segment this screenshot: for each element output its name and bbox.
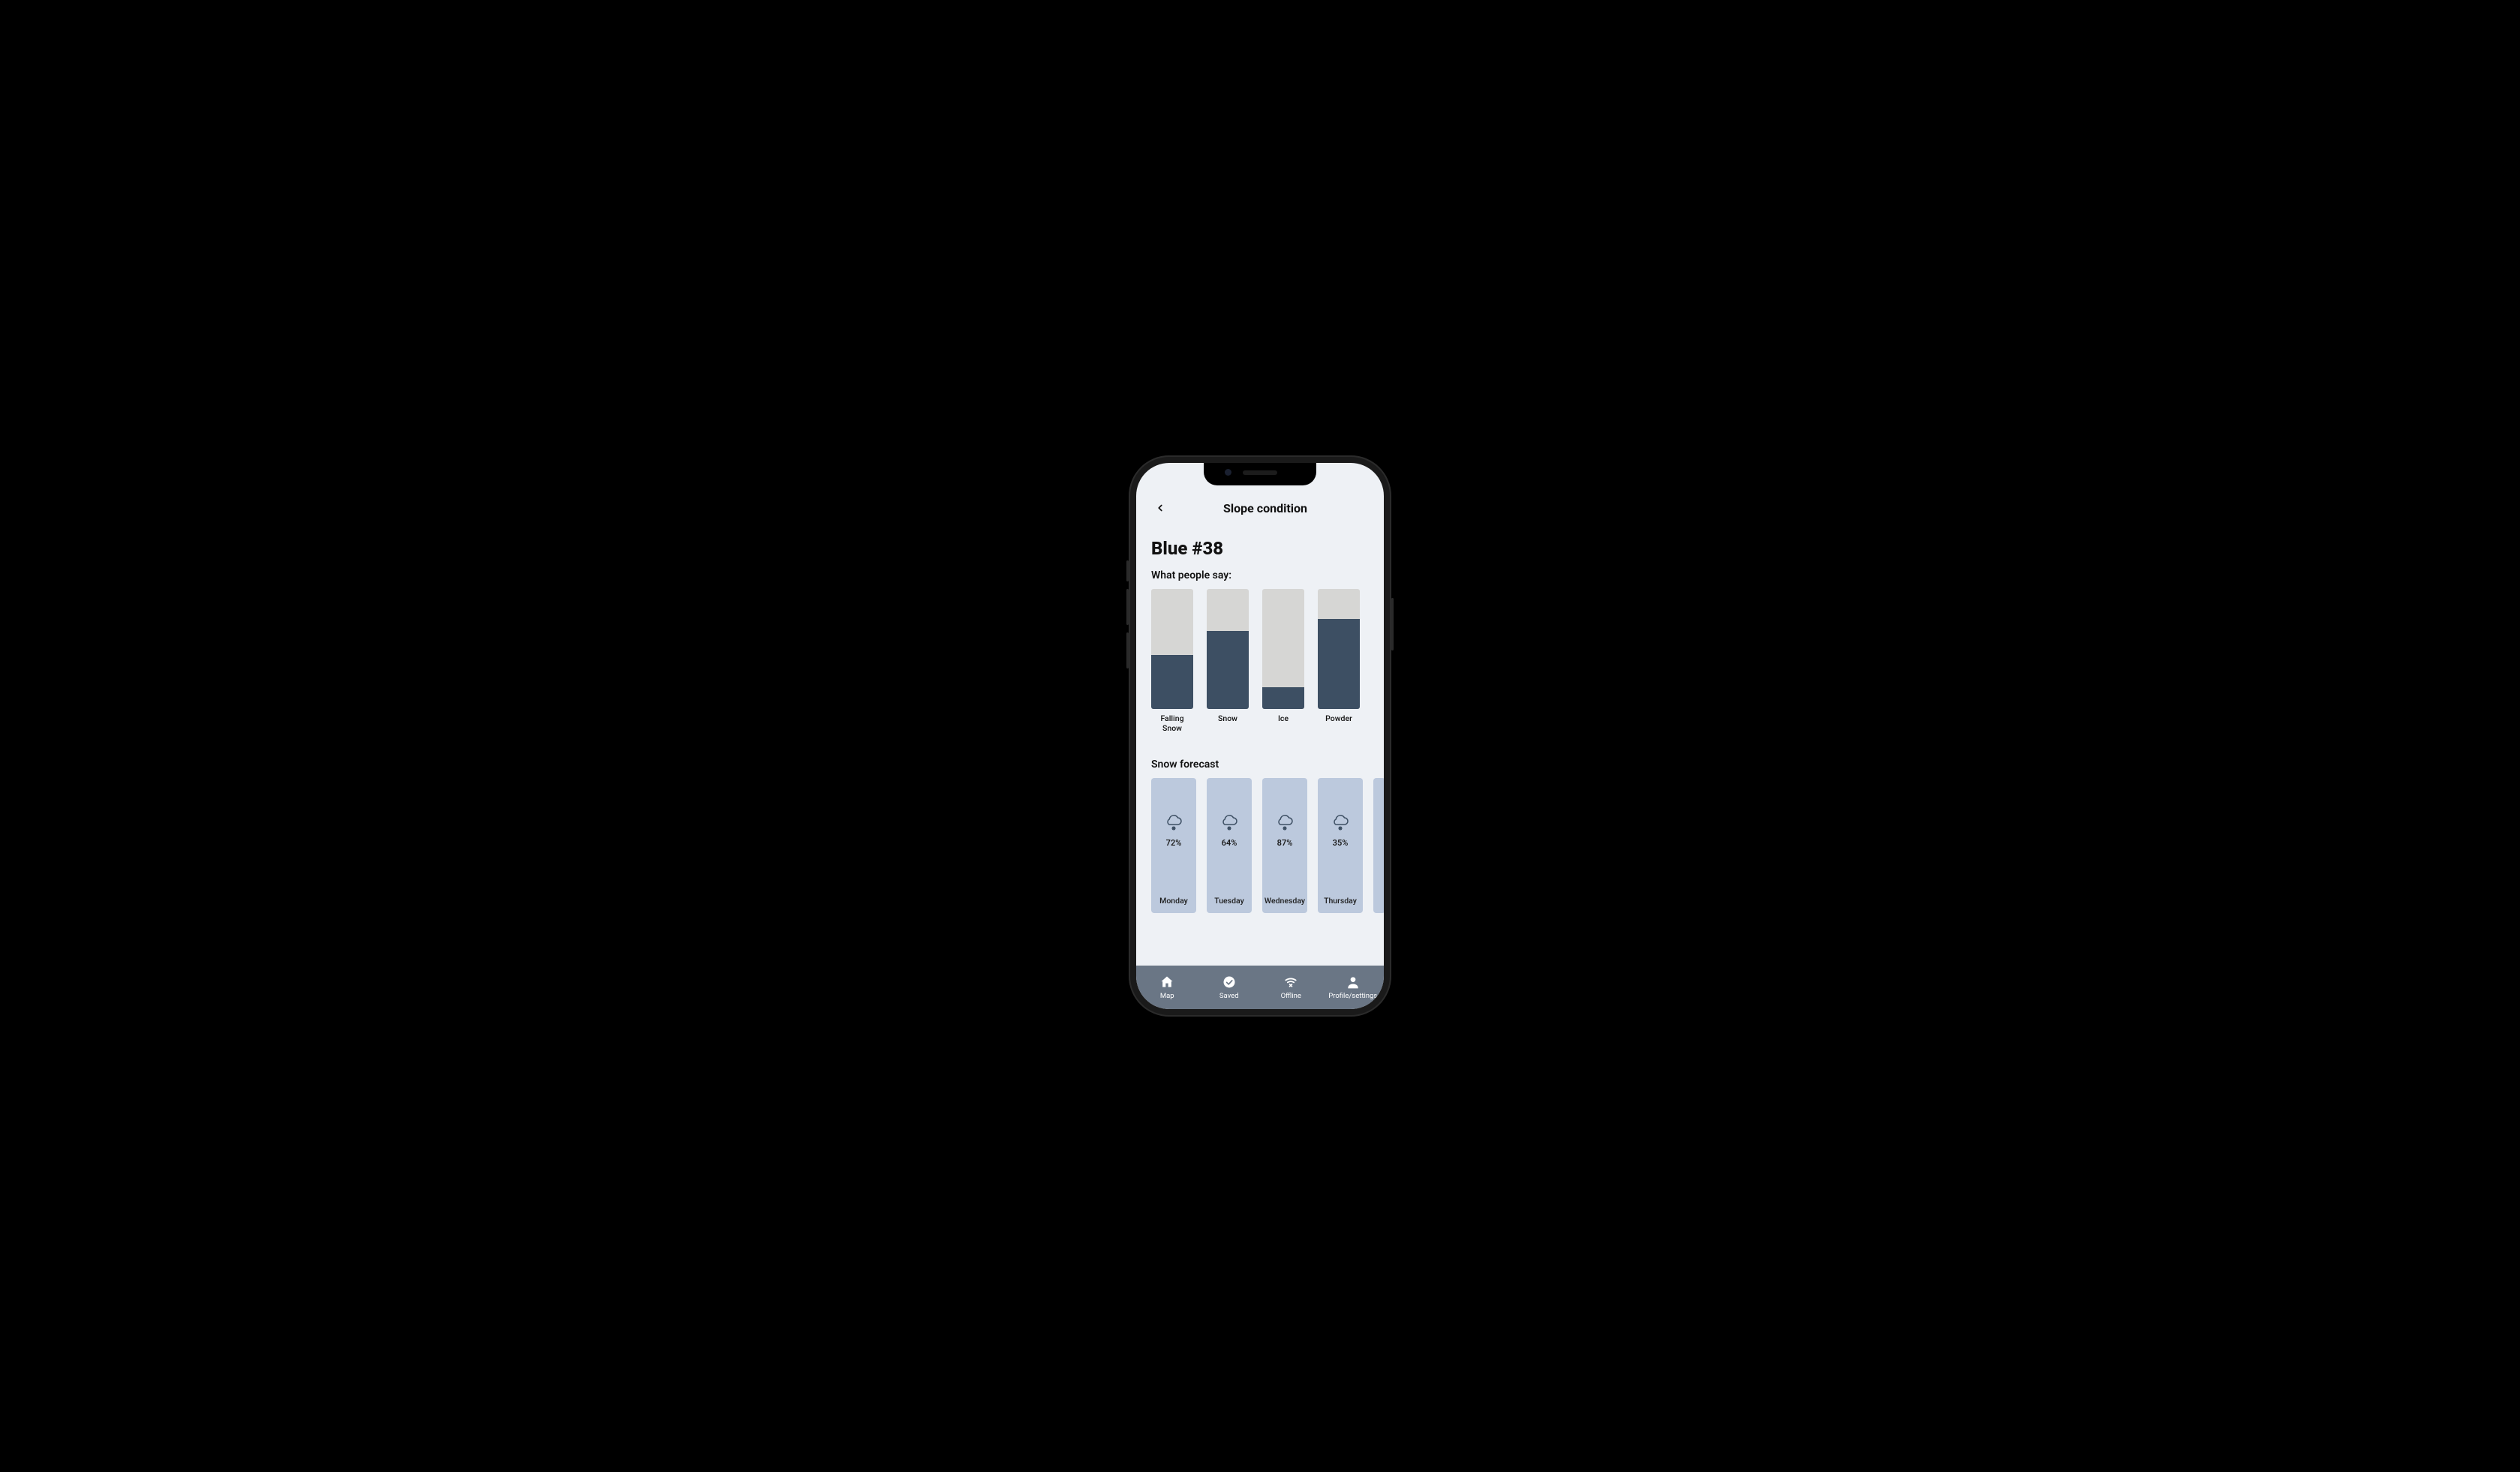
tab-label: Saved (1219, 992, 1239, 1000)
forecast-heading: Snow forecast (1151, 759, 1369, 771)
bar-label: Powder (1318, 713, 1360, 733)
snow-cloud-icon (1165, 814, 1183, 832)
snow-cloud-icon (1220, 814, 1238, 832)
power-button (1391, 598, 1394, 650)
forecast-card-wednesday[interactable]: 87% Wednesday (1262, 778, 1307, 913)
snow-cloud-icon (1331, 814, 1349, 832)
bar-fill (1207, 631, 1249, 709)
tab-map[interactable]: Map (1136, 966, 1198, 1009)
page-header: Slope condition (1151, 499, 1369, 517)
forecast-day: Tuesday (1214, 896, 1243, 906)
tab-label: Offline (1281, 992, 1301, 1000)
bar-fill (1262, 687, 1304, 709)
volume-button (1126, 632, 1129, 668)
forecast-day: Wednesday (1265, 896, 1305, 906)
phone-frame: Slope condition Blue #38 What people say… (1129, 455, 1391, 1017)
bar-col-powder (1318, 589, 1360, 709)
volume-button (1126, 560, 1129, 581)
volume-button (1126, 589, 1129, 625)
bar-label: Snow (1207, 713, 1249, 733)
check-circle-icon (1222, 975, 1237, 990)
tab-label: Map (1160, 992, 1174, 1000)
slope-name: Blue #38 (1151, 538, 1369, 559)
page-title: Slope condition (1171, 501, 1360, 515)
bar-fill (1151, 655, 1193, 709)
chevron-left-icon (1155, 503, 1165, 513)
forecast-day: Monday (1159, 896, 1188, 906)
phone-notch (1204, 463, 1316, 485)
tab-saved[interactable]: Saved (1198, 966, 1261, 1009)
bar-col-snow (1207, 589, 1249, 709)
forecast-pct: 72% (1166, 838, 1182, 848)
home-icon (1159, 975, 1174, 990)
people-say-heading: What people say: (1151, 569, 1369, 581)
forecast-pct: 64% (1222, 838, 1237, 848)
forecast-card-tuesday[interactable]: 64% Tuesday (1207, 778, 1252, 913)
forecast-card-monday[interactable]: 72% Monday (1151, 778, 1196, 913)
condition-bar-chart (1151, 589, 1369, 709)
bar-label: Falling Snow (1151, 713, 1193, 733)
bar-col-ice (1262, 589, 1304, 709)
tab-profile[interactable]: Profile/settings (1322, 966, 1385, 1009)
forecast-day: Thursday (1324, 896, 1357, 906)
snow-cloud-icon (1276, 814, 1294, 832)
bar-label: Ice (1262, 713, 1304, 733)
wifi-off-icon (1283, 975, 1298, 990)
tab-label: Profile/settings (1328, 992, 1377, 1000)
forecast-pct: 87% (1277, 838, 1293, 848)
user-icon (1346, 975, 1361, 990)
tab-offline[interactable]: Offline (1260, 966, 1322, 1009)
bar-col-falling-snow (1151, 589, 1193, 709)
forecast-pct: 35% (1333, 838, 1349, 848)
app-content: Slope condition Blue #38 What people say… (1136, 463, 1384, 1009)
forecast-card-peek[interactable] (1373, 778, 1384, 913)
back-button[interactable] (1151, 499, 1169, 517)
forecast-card-thursday[interactable]: 35% Thursday (1318, 778, 1363, 913)
phone-screen: Slope condition Blue #38 What people say… (1136, 463, 1384, 1009)
bar-fill (1318, 619, 1360, 709)
forecast-row[interactable]: 72% Monday 64% Tuesday 87% Wednesday (1151, 778, 1384, 913)
tab-bar: Map Saved Offline Profile/settings (1136, 966, 1384, 1009)
bar-labels: Falling Snow Snow Ice Powder (1151, 713, 1369, 733)
